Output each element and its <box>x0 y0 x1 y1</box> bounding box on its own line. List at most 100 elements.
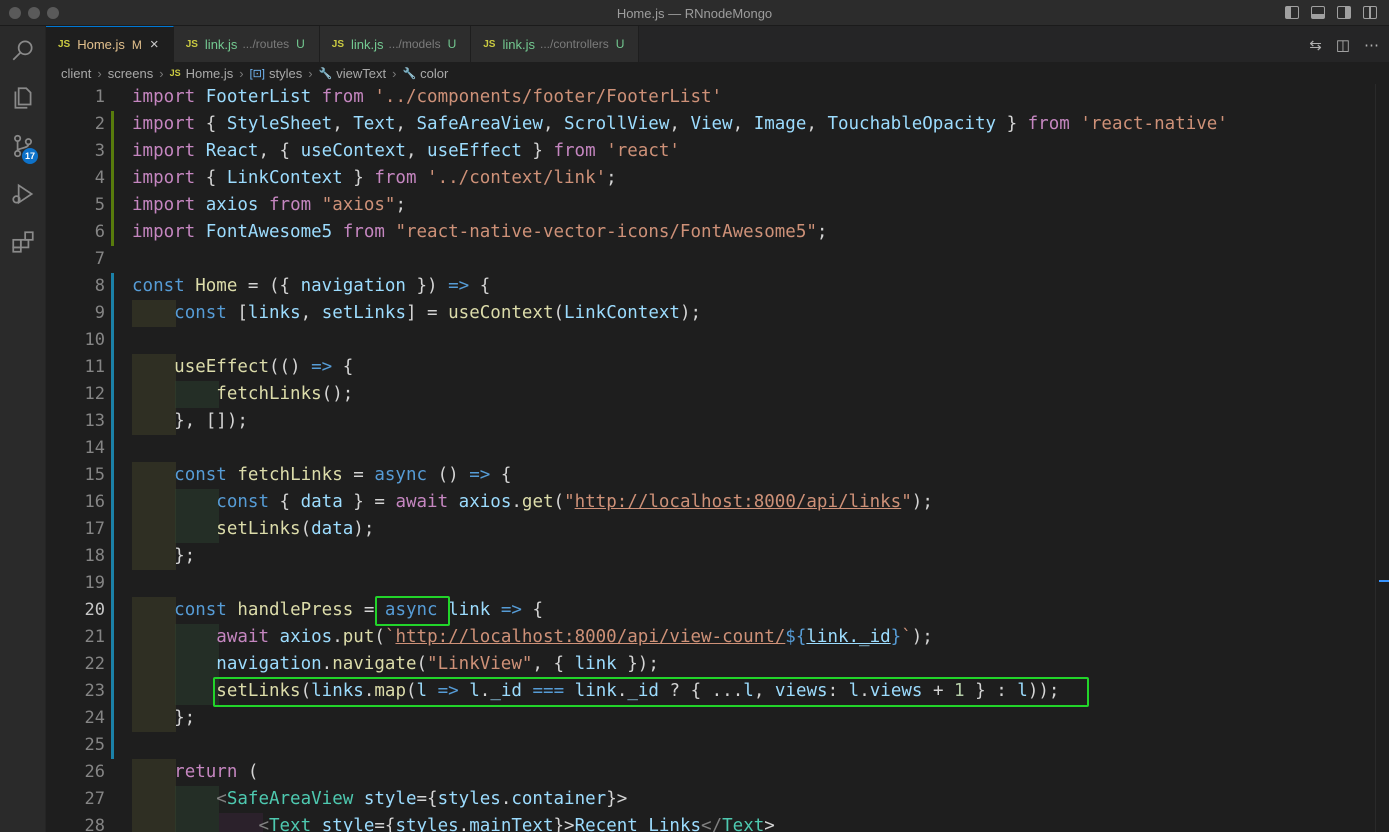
source-control-badge: 17 <box>22 148 38 164</box>
code-text: import { LinkContext } from '../context/… <box>132 168 617 188</box>
line-number: 10 <box>84 330 105 350</box>
breadcrumb-item[interactable]: screens <box>108 66 154 81</box>
code-line[interactable]: 28 <Text style={styles.mainText}>Recent … <box>46 813 1389 832</box>
code-line[interactable]: 15 const fetchLinks = async () => { <box>46 462 1389 489</box>
code-line[interactable]: 7 <box>46 246 1389 273</box>
code-text: await axios.put(`http://localhost:8000/a… <box>216 627 933 647</box>
compare-changes-icon[interactable]: ⇆ <box>1309 36 1322 54</box>
line-number: 25 <box>84 735 105 755</box>
tab-label: Home.js <box>77 37 125 52</box>
code-editor[interactable]: 1 import FooterList from '../components/f… <box>46 84 1389 832</box>
code-text: const [links, setLinks] = useContext(Lin… <box>174 303 702 323</box>
js-file-icon: JS <box>58 39 71 50</box>
code-line[interactable]: 18 }; <box>46 543 1389 570</box>
chevron-right-icon: › <box>239 65 244 81</box>
breadcrumb-item[interactable]: viewText <box>336 66 386 81</box>
git-change-marker[interactable] <box>111 273 114 759</box>
split-editor-icon[interactable]: ◫ <box>1336 36 1350 54</box>
code-text: import FontAwesome5 from "react-native-v… <box>132 222 828 242</box>
line-number: 14 <box>84 438 105 458</box>
line-number: 15 <box>84 465 105 485</box>
code-line[interactable]: 22 navigation.navigate("LinkView", { lin… <box>46 651 1389 678</box>
line-number: 17 <box>84 519 105 539</box>
customize-layout-icon[interactable] <box>1363 6 1377 19</box>
code-line[interactable]: 19 <box>46 570 1389 597</box>
code-line[interactable]: 27 <SafeAreaView style={styles.container… <box>46 786 1389 813</box>
extensions-icon[interactable] <box>0 220 46 264</box>
line-number: 20 <box>84 600 105 620</box>
layout-controls <box>1285 6 1377 19</box>
code-line[interactable]: 3 import React, { useContext, useEffect }… <box>46 138 1389 165</box>
breadcrumb-item[interactable]: Home.js <box>186 66 234 81</box>
git-change-marker[interactable] <box>111 111 114 246</box>
line-number: 16 <box>84 492 105 512</box>
line-number: 22 <box>84 654 105 674</box>
line-number: 3 <box>94 141 105 161</box>
code-text: useEffect(() => { <box>174 357 354 377</box>
tab-label: link.js <box>351 36 384 52</box>
tab-status: U <box>447 37 457 51</box>
line-number: 26 <box>84 762 105 782</box>
variable-symbol-icon: [⊡] <box>249 67 265 80</box>
code-line[interactable]: 4 import { LinkContext } from '../context… <box>46 165 1389 192</box>
code-line[interactable]: 13 }, []); <box>46 408 1389 435</box>
code-line[interactable]: 9 const [links, setLinks] = useContext(L… <box>46 300 1389 327</box>
code-line[interactable]: 21 await axios.put(`http://localhost:800… <box>46 624 1389 651</box>
setlinks-highlight-box <box>212 677 1090 707</box>
code-line[interactable]: 20 const handlePress = async link => { <box>46 597 1389 624</box>
chevron-right-icon: › <box>97 65 102 81</box>
code-text: const fetchLinks = async () => { <box>174 465 512 485</box>
activity-bar: 17 <box>0 26 46 832</box>
search-icon[interactable] <box>0 28 46 72</box>
explorer-icon[interactable] <box>0 76 46 120</box>
code-text: navigation.navigate("LinkView", { link }… <box>216 654 659 674</box>
code-line[interactable]: 26 return ( <box>46 759 1389 786</box>
line-number: 18 <box>84 546 105 566</box>
run-debug-icon[interactable] <box>0 172 46 216</box>
breadcrumb-item[interactable]: styles <box>269 66 302 81</box>
tab-path: .../models <box>388 37 441 51</box>
code-line[interactable]: 5 import axios from "axios"; <box>46 192 1389 219</box>
code-text: <SafeAreaView style={styles.container}> <box>216 789 628 809</box>
source-control-icon[interactable]: 17 <box>0 124 46 168</box>
toggle-primary-sidebar-icon[interactable] <box>1285 6 1299 19</box>
code-text: setLinks(data); <box>216 519 375 539</box>
tab-home-js[interactable]: JS Home.js M × <box>46 26 174 62</box>
breadcrumb-item[interactable]: client <box>61 66 91 81</box>
line-number: 28 <box>84 816 105 832</box>
more-actions-icon[interactable]: ⋯ <box>1364 36 1379 54</box>
code-text: }; <box>132 708 196 728</box>
toggle-panel-icon[interactable] <box>1311 6 1325 19</box>
line-number: 7 <box>94 249 105 269</box>
code-text: import { StyleSheet, Text, SafeAreaView,… <box>132 114 1228 134</box>
property-symbol-icon: 🔧 <box>318 67 333 80</box>
code-line[interactable]: 16 const { data } = await axios.get("htt… <box>46 489 1389 516</box>
line-number: 4 <box>94 168 105 188</box>
code-line[interactable]: 1 import FooterList from '../components/f… <box>46 84 1389 111</box>
js-file-icon: JS <box>169 68 181 78</box>
toggle-secondary-sidebar-icon[interactable] <box>1337 6 1351 19</box>
code-line[interactable]: 2 import { StyleSheet, Text, SafeAreaView… <box>46 111 1389 138</box>
code-line[interactable]: 25 <box>46 732 1389 759</box>
code-line[interactable]: 8 const Home = ({ navigation }) => { <box>46 273 1389 300</box>
editor-tabs: JS Home.js M × JS link.js .../routes U J… <box>46 26 1389 62</box>
code-text: import FooterList from '../components/fo… <box>132 87 723 107</box>
tab-link-models[interactable]: JS link.js .../models U <box>319 26 472 62</box>
line-number: 11 <box>84 357 105 377</box>
tab-link-controllers[interactable]: JS link.js .../controllers U <box>471 26 640 62</box>
code-line[interactable]: 11 useEffect(() => { <box>46 354 1389 381</box>
breadcrumb-item[interactable]: color <box>420 66 448 81</box>
code-line[interactable]: 6 import FontAwesome5 from "react-native-… <box>46 219 1389 246</box>
tab-path: .../routes <box>242 37 290 51</box>
code-text: import axios from "axios"; <box>132 195 407 215</box>
line-number: 6 <box>94 222 105 242</box>
close-icon[interactable]: × <box>150 36 159 53</box>
code-line[interactable]: 10 <box>46 327 1389 354</box>
code-line[interactable]: 12 fetchLinks(); <box>46 381 1389 408</box>
code-line[interactable]: 24 }; <box>46 705 1389 732</box>
async-highlight-box <box>375 596 451 626</box>
tab-status: U <box>615 37 625 51</box>
code-line[interactable]: 17 setLinks(data); <box>46 516 1389 543</box>
tab-link-routes[interactable]: JS link.js .../routes U <box>173 26 320 62</box>
code-line[interactable]: 14 <box>46 435 1389 462</box>
